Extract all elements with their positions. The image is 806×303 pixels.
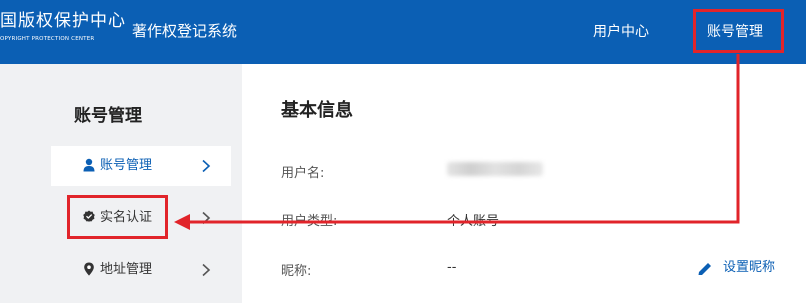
sidebar-item-label: 地址管理 bbox=[100, 262, 153, 277]
section-title: 基本信息 bbox=[281, 100, 353, 121]
chevron-right-icon bbox=[202, 263, 211, 277]
username-value-blurred bbox=[447, 162, 543, 176]
pencil-icon bbox=[698, 263, 711, 275]
user-icon bbox=[83, 158, 95, 172]
annotation-highlight-real-name-verification bbox=[67, 195, 168, 239]
user-type-value: 个人账号 bbox=[447, 214, 500, 229]
logo-en-text: OPYRIGHT PROTECTION CENTER bbox=[0, 36, 95, 42]
user-type-label: 用户类型: bbox=[281, 214, 338, 229]
logo[interactable]: 国版权保护中心 OPYRIGHT PROTECTION CENTER bbox=[0, 10, 126, 54]
chevron-right-icon bbox=[202, 211, 211, 225]
system-title: 著作权登记系统 bbox=[132, 22, 238, 40]
set-nickname-label: 设置昵称 bbox=[723, 260, 776, 275]
logo-cn-text: 国版权保护中心 bbox=[0, 11, 126, 31]
sidebar-item-account-management[interactable]: 账号管理 bbox=[51, 146, 231, 186]
sidebar-title: 账号管理 bbox=[74, 106, 142, 126]
username-label: 用户名: bbox=[281, 166, 325, 181]
chevron-right-icon bbox=[202, 159, 211, 173]
sidebar-item-label: 账号管理 bbox=[100, 158, 153, 173]
nav-user-center[interactable]: 用户中心 bbox=[593, 20, 649, 44]
location-pin-icon bbox=[84, 262, 94, 276]
annotation-highlight-account-management bbox=[693, 9, 784, 53]
sidebar: 账号管理 账号管理 实名认证 地址管理 bbox=[51, 64, 231, 303]
nickname-value: -- bbox=[447, 260, 457, 275]
top-header: 国版权保护中心 OPYRIGHT PROTECTION CENTER 著作权登记… bbox=[0, 0, 806, 64]
sidebar-item-address-management[interactable]: 地址管理 bbox=[51, 250, 231, 290]
nickname-label: 昵称: bbox=[281, 264, 312, 279]
main-panel: 基本信息 用户名: 用户类型: 个人账号 昵称: -- 设置昵称 bbox=[242, 64, 806, 303]
